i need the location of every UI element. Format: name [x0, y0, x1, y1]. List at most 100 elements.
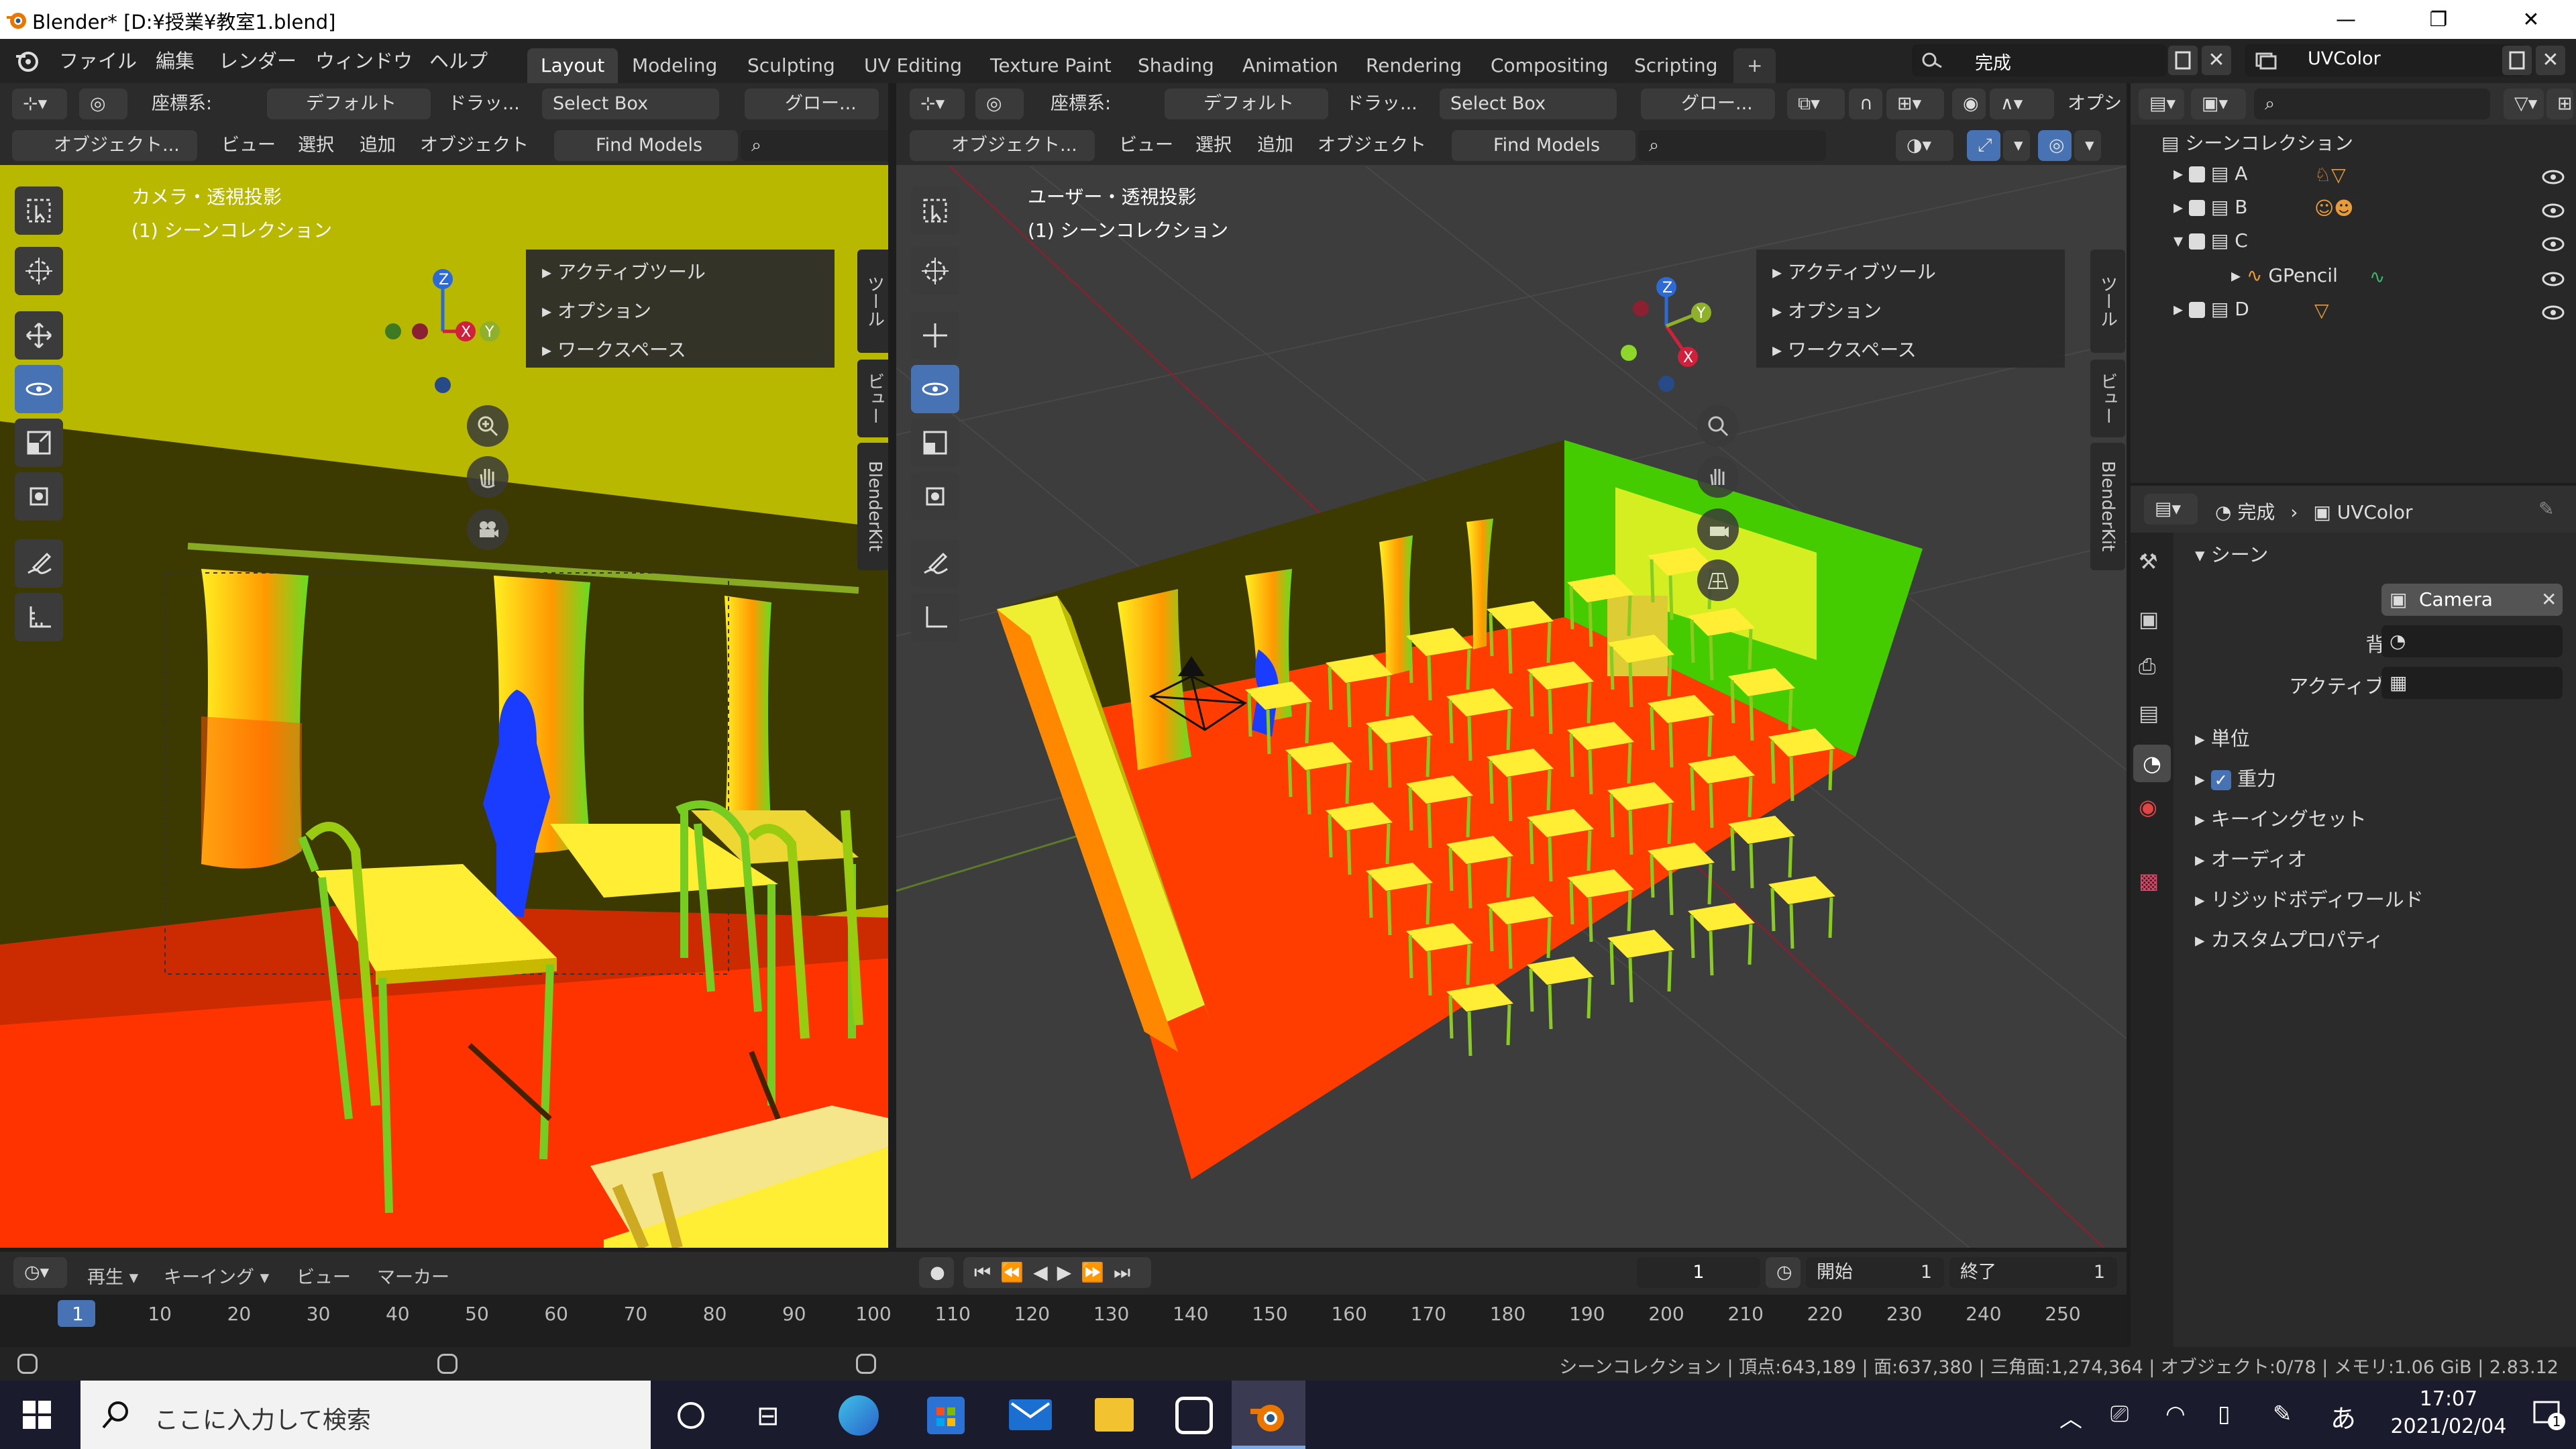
tab-layout[interactable]: Layout [527, 48, 619, 83]
right-rotate-tool-icon[interactable] [911, 365, 959, 413]
output-props-icon[interactable]: ⎙ [2139, 653, 2156, 680]
display-mode-icon[interactable]: ▣▾ [2191, 89, 2246, 119]
outliner-row-gpencil[interactable]: ▸ ∿ GPencil [2231, 264, 2338, 286]
right-orientation-dropdown[interactable]: デフォルト [1165, 89, 1328, 119]
cortana-icon[interactable] [678, 1402, 704, 1429]
select-menu[interactable]: 選択 [298, 130, 334, 161]
tray-device-icon[interactable]: ⎚ [2110, 1401, 2129, 1428]
tray-chevron-icon[interactable]: ︿ [2059, 1401, 2082, 1434]
right-view-menu[interactable]: ビュー [1119, 130, 1173, 161]
right-select-box-tool-icon[interactable] [911, 186, 959, 235]
right-options-label[interactable]: オプシ [2068, 89, 2122, 119]
pen-icon[interactable]: ✎ [2273, 1401, 2292, 1428]
new-view-layer-icon[interactable] [2502, 46, 2532, 75]
view-layer-props-icon[interactable]: ▤ [2139, 700, 2159, 726]
gravity-section[interactable]: ▸ ✓ 重力 [2195, 763, 2276, 792]
bg-scene-field[interactable]: ◔ [2381, 625, 2563, 657]
right-annotate-tool-icon[interactable] [911, 539, 959, 588]
eye-icon[interactable] [2541, 236, 2565, 252]
panel-active-tool[interactable]: ▸ アクティブツール [542, 258, 706, 284]
gizmo-toggle-icon[interactable]: ⤢ [1967, 130, 2000, 161]
outliner-row-b[interactable]: ▸ ▤ B [2174, 196, 2247, 218]
object-menu[interactable]: オブジェクト [420, 130, 529, 161]
tab-sculpting[interactable]: Sculpting [734, 48, 849, 83]
keying-menu[interactable]: キーイング ▾ [164, 1263, 269, 1289]
orientation-dropdown[interactable]: デフォルト [267, 89, 431, 119]
tab-uv-editing[interactable]: UV Editing [851, 48, 975, 83]
mail-icon[interactable] [1009, 1399, 1052, 1430]
eye-icon[interactable] [2541, 203, 2565, 219]
eye-icon[interactable] [2541, 305, 2565, 321]
scene-props-icon[interactable]: ◔ [2133, 745, 2171, 782]
menu-render[interactable]: レンダー [219, 46, 297, 74]
snap-target-icon[interactable]: ⊞▾ [1886, 89, 1944, 119]
tab-scripting[interactable]: Scripting [1621, 48, 1731, 83]
outliner-root[interactable]: ▤ シーンコレクション [2161, 129, 2353, 156]
add-menu[interactable]: 追加 [360, 130, 396, 161]
right-transform-orientation-icon[interactable]: ◎ [975, 89, 1024, 119]
notification-icon[interactable]: 1 [2533, 1399, 2565, 1430]
falloff-icon[interactable]: ∧▾ [1990, 89, 2054, 119]
marker-menu[interactable]: マーカー [377, 1263, 449, 1289]
overlay-toggle-icon[interactable]: ◎ [2038, 130, 2072, 161]
start-frame-field[interactable]: 開始 1 [1806, 1257, 1944, 1288]
right-zoom-icon[interactable] [1697, 405, 1739, 447]
view-menu[interactable]: ビュー [221, 130, 276, 161]
timeline-view-menu[interactable]: ビュー [297, 1263, 351, 1289]
menu-window[interactable]: ウィンドウ [315, 46, 413, 74]
wifi-icon[interactable]: ◠ [2165, 1401, 2186, 1428]
transform-tool-icon[interactable] [15, 472, 63, 521]
panel-options[interactable]: ▸ オプション [542, 297, 651, 323]
sidebar-tab-view[interactable]: ビュー [857, 360, 888, 437]
panel-workspace[interactable]: ▸ ワークスペース [542, 335, 686, 362]
right-sidebar-tab-blenderkit[interactable]: BlenderKit [2090, 443, 2125, 570]
right-pivot-dropdown[interactable]: グロー... [1641, 89, 1775, 119]
scene-selector[interactable]: 完成 [1912, 44, 2167, 76]
battery-icon[interactable]: ▯ [2218, 1401, 2231, 1428]
edge-browser-icon[interactable] [839, 1395, 879, 1436]
right-sidebar-tab-tool[interactable]: ツール [2090, 250, 2125, 353]
pivot-dropdown[interactable]: グロー... [745, 89, 879, 119]
outliner-search-input[interactable]: ⌕ [2254, 89, 2490, 119]
filter-icon[interactable]: ▽▾ [2504, 89, 2544, 119]
right-axis-gizmo[interactable]: Z X Y [1606, 259, 1733, 393]
outliner-row-c[interactable]: ▾ ▤ C [2174, 229, 2248, 252]
axis-gizmo[interactable]: Z X Y [376, 264, 510, 398]
new-scene-icon[interactable] [2168, 46, 2198, 75]
render-props-icon[interactable]: ▣ [2139, 606, 2159, 632]
rotate-tool-icon[interactable] [15, 365, 63, 413]
perspective-grid-icon[interactable] [1697, 559, 1739, 601]
delete-scene-icon[interactable]: ✕ [2202, 46, 2231, 75]
tool-props-icon[interactable]: ⚒ [2139, 549, 2158, 574]
camera-field[interactable]: Camera ▣ ✕ [2381, 584, 2563, 616]
right-find-models-dropdown[interactable]: Find Models [1452, 130, 1635, 161]
outliner-row-a[interactable]: ▸ ▤ A [2174, 162, 2247, 184]
right-camera-view-icon[interactable] [1697, 508, 1739, 550]
measure-tool-icon[interactable] [15, 593, 63, 641]
eye-icon[interactable] [2541, 271, 2565, 287]
right-editor-type-icon[interactable]: ⊹▾ [910, 89, 965, 119]
blender-taskbar-button[interactable] [1232, 1381, 1305, 1449]
magnet-icon[interactable]: ∩ [1849, 89, 1882, 119]
annotate-tool-icon[interactable] [15, 539, 63, 588]
pan-hand-icon[interactable] [467, 456, 508, 498]
units-section[interactable]: ▸ 単位 [2195, 723, 2250, 751]
scale-tool-icon[interactable] [15, 419, 63, 467]
close-button[interactable]: ✕ [2485, 0, 2576, 39]
overlay-dropdown-icon[interactable]: ▾ [2074, 130, 2101, 161]
tab-shading[interactable]: Shading [1124, 48, 1228, 83]
texture-props-icon[interactable]: ▩ [2139, 868, 2159, 894]
snap-icon[interactable]: ⧉▾ [1787, 89, 1845, 119]
add-workspace-button[interactable]: + [1733, 48, 1776, 83]
right-add-menu[interactable]: 追加 [1257, 130, 1293, 161]
visibility-icon[interactable]: ◑▾ [1896, 130, 1953, 161]
tab-rendering[interactable]: Rendering [1352, 48, 1475, 83]
tab-modeling[interactable]: Modeling [619, 48, 731, 83]
rigid-body-world-section[interactable]: ▸ リジッドボディワールド [2195, 884, 2424, 912]
right-blenderkit-search-input[interactable]: ⌕ [1638, 130, 1826, 161]
tab-animation[interactable]: Animation [1229, 48, 1352, 83]
right-object-menu[interactable]: オブジェクト [1318, 130, 1426, 161]
right-panel-options[interactable]: ▸ オプション [1772, 297, 1882, 323]
end-frame-field[interactable]: 終了 1 [1949, 1257, 2117, 1288]
right-transform-tool-icon[interactable] [911, 472, 959, 521]
